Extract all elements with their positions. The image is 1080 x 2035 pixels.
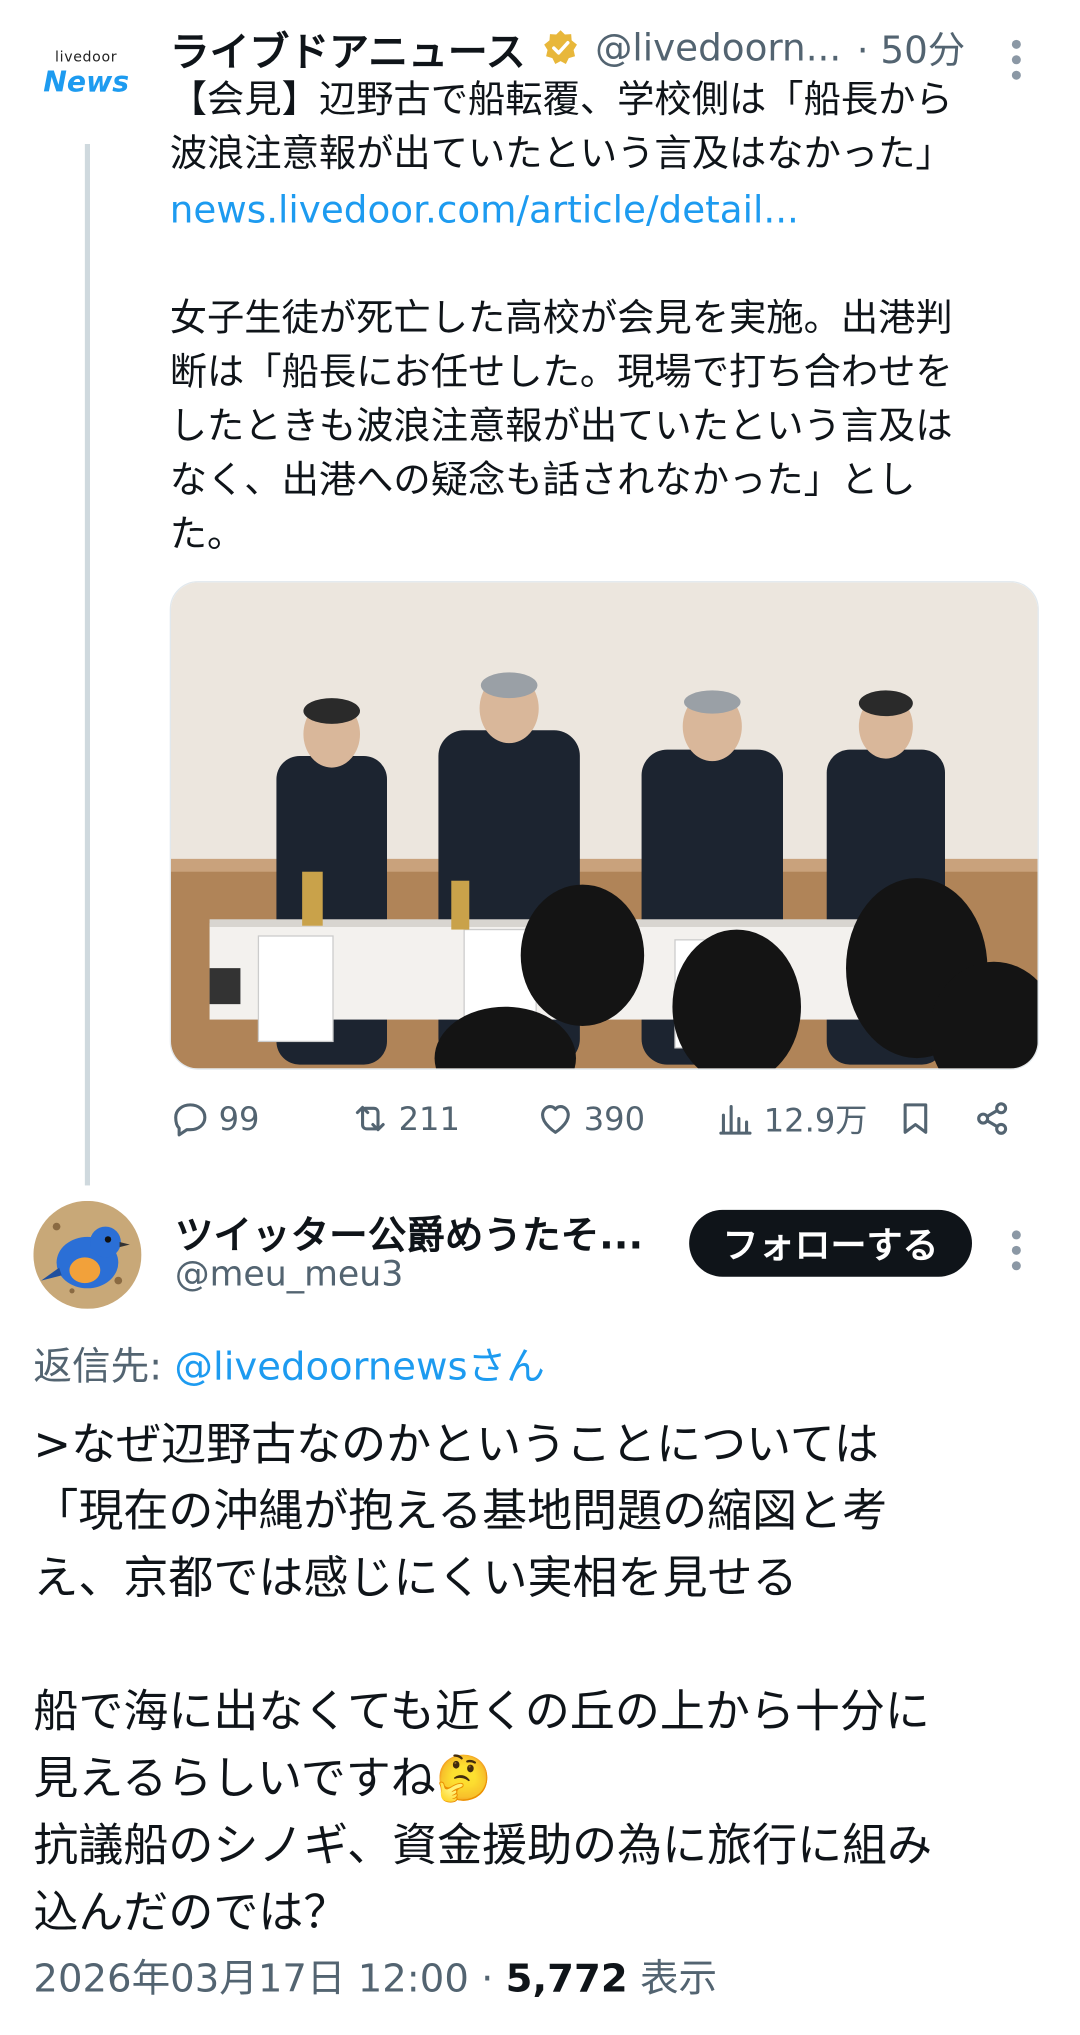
reply-body: >なぜ辺野古なのかということについては 「現在の沖縄が抱える基地問題の縮図と考 … [33,1419,933,1939]
reply-author-avatar[interactable] [33,1200,142,1309]
reply-meta: 2026年03月17日 12:00 · 5,772 表示 [33,1947,717,2004]
bar-chart-icon [719,1105,752,1135]
tweet-header: ライブドアニュース @livedoorn... · 50分 [170,18,965,77]
reply-timestamp[interactable]: 2026年03月17日 12:00 · [33,1957,505,2002]
bookmark-button[interactable] [895,1080,936,1157]
reply-author-name[interactable]: ツイッター公爵めうたそ... [175,1203,643,1260]
view-count: 12.9万 [763,1101,868,1140]
share-button[interactable] [972,1080,1013,1157]
like-count: 390 [583,1099,646,1138]
livedoor-news-avatar[interactable]: livedoor News [28,49,144,100]
reply-button[interactable]: 99 [170,1080,260,1157]
reply-to-line: 返信先: @livedoornewsさん [33,1335,544,1392]
reply-views-label: 表示 [627,1956,718,2002]
retweet-count: 211 [398,1099,460,1138]
reply-author-handle[interactable]: @meu_meu3 [175,1255,404,1295]
tweet-body: 女子生徒が死亡した高校が会見を実施。出港判 断は「船長にお任せした。現場で打ち合… [169,295,953,556]
article-link[interactable]: news.livedoor.com/article/detail... [170,183,799,237]
page-scaler: livedoor News ライブドアニュース @livedoorn... · … [0,0,1080,2035]
logo-small-text: livedoor [55,48,118,66]
author-name[interactable]: ライブドアニュース [170,19,526,77]
press-conference-image [171,582,1038,1069]
like-button[interactable]: 390 [535,1080,645,1157]
share-icon [977,1102,1008,1135]
reply-view-count: 5,772 [505,1956,628,2002]
tweet-headline: 【会見】辺野古で船転覆、学校側は「船長から 波浪注意報が出ていたという言及はなか… [169,77,953,175]
reply-to-mention[interactable]: @livedoornewsさん [174,1345,544,1390]
press-conference-photo[interactable] [169,581,1039,1070]
bird-avatar-image [33,1200,142,1309]
reply-icon [174,1103,207,1137]
author-handle[interactable]: @livedoorn... [595,26,841,70]
verified-badge-icon [543,30,577,64]
tweet-time[interactable]: · 50分 [857,21,965,75]
bookmark-icon [903,1103,928,1134]
retweet-button[interactable]: 211 [350,1080,460,1157]
follow-button[interactable]: フォローする [689,1209,972,1277]
tweet-actions: 99 211 390 12.9万 [170,1080,1037,1157]
reply-count: 99 [218,1099,260,1138]
reply-to-prefix: 返信先: [33,1344,175,1390]
logo-brand-text: News [43,66,130,99]
reply-more-options-icon[interactable] [1009,1224,1022,1277]
heart-icon [541,1105,570,1134]
thread-line [84,144,90,1186]
views-button[interactable]: 12.9万 [715,1080,868,1157]
retweet-icon [355,1105,385,1132]
